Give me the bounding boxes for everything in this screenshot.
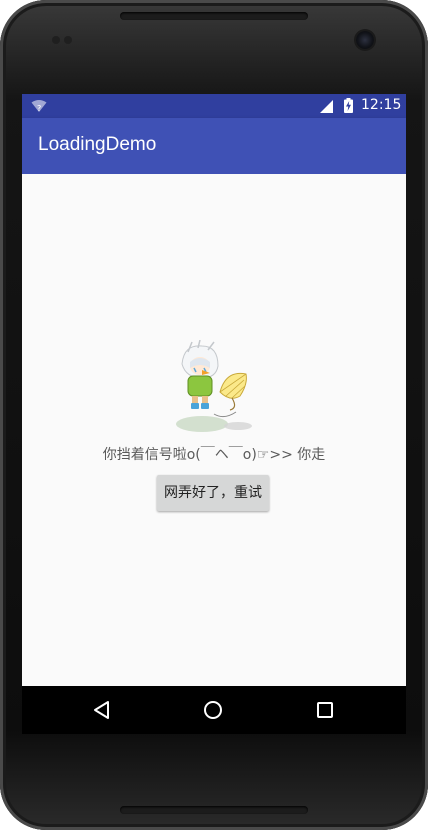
status-bar: ? 12:15 [22, 94, 406, 118]
app-title: LoadingDemo [38, 134, 157, 155]
light-sensor [64, 36, 72, 44]
error-message: 你挡着信号啦o(￣ヘ￣o)☞>> 你走 [102, 447, 326, 463]
bottom-speaker [120, 806, 308, 814]
error-content: 你挡着信号啦o(￣ヘ￣o)☞>> 你走 网弄好了，重试 [22, 174, 406, 686]
front-camera [356, 31, 374, 49]
back-icon[interactable] [92, 700, 112, 724]
top-speaker [120, 12, 308, 20]
signal-icon [320, 99, 334, 118]
battery-charging-icon [344, 98, 353, 117]
svg-text:?: ? [37, 104, 41, 113]
girl-with-umbrella-illustration [166, 339, 262, 440]
wifi-unknown-icon: ? [31, 98, 47, 117]
device-screen: ? 12:15 LoadingDemo 你挡着信号啦o(￣ヘ￣o)☞>> 你走 … [22, 94, 406, 734]
home-icon[interactable] [203, 700, 223, 724]
app-bar: LoadingDemo [22, 118, 406, 174]
proximity-sensor [52, 36, 60, 44]
retry-button[interactable]: 网弄好了，重试 [157, 475, 269, 511]
status-time: 12:15 [361, 97, 402, 113]
navigation-bar [22, 686, 406, 734]
phone-frame: ? 12:15 LoadingDemo 你挡着信号啦o(￣ヘ￣o)☞>> 你走 … [0, 0, 428, 830]
recents-icon[interactable] [316, 701, 334, 723]
